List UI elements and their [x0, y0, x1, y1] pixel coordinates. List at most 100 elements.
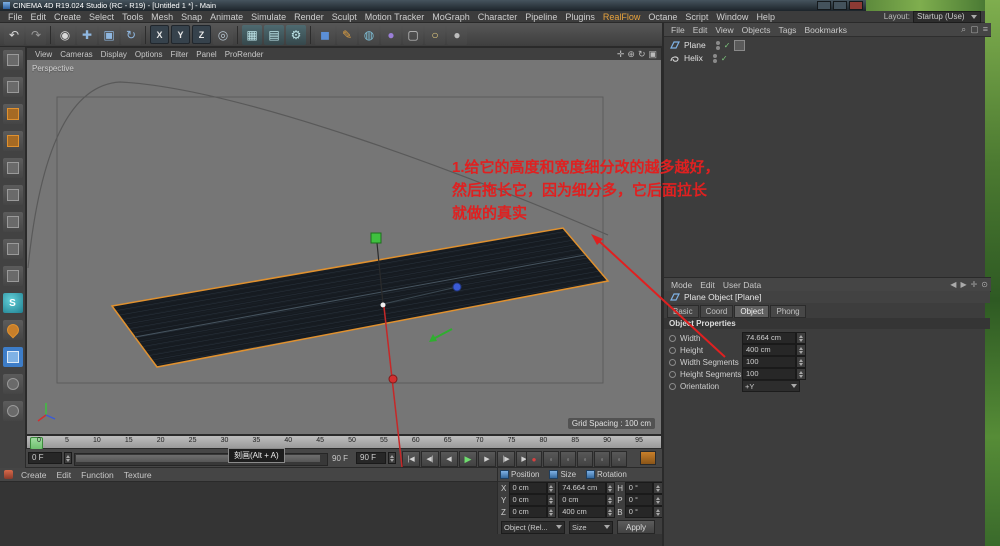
size-z-field[interactable]: 400 cm	[558, 506, 606, 518]
om-menu-bookmarks[interactable]: Bookmarks	[800, 25, 851, 35]
position-y-stepper[interactable]	[546, 494, 557, 506]
object-row-helix[interactable]: Helix ✓	[664, 52, 990, 64]
end-frame-field[interactable]: 90 F	[356, 452, 386, 464]
mat-menu-texture[interactable]: Texture	[120, 470, 156, 480]
next-key-button[interactable]: |▶	[497, 451, 515, 467]
vp-menu-view[interactable]: View	[31, 50, 56, 59]
enable-snap-icon[interactable]	[2, 347, 23, 367]
tool-option-icon[interactable]	[2, 374, 23, 394]
menu-sculpt[interactable]: Sculpt	[328, 12, 361, 22]
lock-x-button[interactable]: X	[150, 25, 169, 44]
enabled-check-icon[interactable]: ✓	[724, 41, 731, 50]
key-parameter-toggle[interactable]: ◦	[611, 451, 627, 467]
anim-dot-icon[interactable]	[669, 370, 676, 378]
model-mode-icon[interactable]	[2, 77, 23, 97]
add-material-icon[interactable]: ●	[447, 24, 467, 45]
menu-plugins[interactable]: Plugins	[561, 12, 599, 22]
zoom-view-icon[interactable]: ⊕	[627, 49, 635, 60]
workplane-mode-icon[interactable]	[2, 131, 23, 151]
timeline-scrollbar[interactable]	[74, 453, 328, 466]
tab-basic[interactable]: Basic	[667, 305, 699, 318]
points-mode-icon[interactable]	[2, 158, 23, 178]
menu-realflow[interactable]: RealFlow	[599, 12, 645, 22]
add-camera-icon[interactable]: ▢	[403, 24, 423, 45]
end-frame-stepper[interactable]	[388, 452, 396, 464]
tab-phong[interactable]: Phong	[770, 305, 806, 318]
viewport-perspective[interactable]: View Cameras Display Options Filter Pane…	[26, 47, 662, 435]
previous-key-button[interactable]: ◀|	[421, 451, 439, 467]
add-generator-icon[interactable]: ◍	[359, 24, 379, 45]
phong-tag-icon[interactable]	[734, 39, 746, 51]
size-x-stepper[interactable]	[605, 482, 616, 494]
anim-dot-icon[interactable]	[669, 346, 676, 354]
vp-menu-prorender[interactable]: ProRender	[221, 50, 268, 59]
tab-object[interactable]: Object	[734, 305, 770, 318]
menu-motion-tracker[interactable]: Motion Tracker	[361, 12, 429, 22]
close-button[interactable]	[849, 1, 863, 10]
width-stepper[interactable]	[796, 332, 806, 344]
goto-start-button[interactable]: |◀	[402, 451, 420, 467]
paint-tool-icon[interactable]	[2, 320, 23, 340]
rotate-tool-icon[interactable]: ↻	[121, 24, 141, 45]
position-x-field[interactable]: 0 cm	[508, 482, 547, 494]
size-x-field[interactable]: 74.664 cm	[558, 482, 606, 494]
menu-edit[interactable]: Edit	[27, 12, 51, 22]
search-icon[interactable]: ⌕	[961, 24, 966, 35]
menu-select[interactable]: Select	[85, 12, 118, 22]
size-y-stepper[interactable]	[605, 494, 616, 506]
menu-file[interactable]: File	[4, 12, 27, 22]
menu-snap[interactable]: Snap	[177, 12, 206, 22]
camera-icon[interactable]: ▢	[970, 24, 979, 35]
current-frame-stepper[interactable]	[64, 452, 72, 464]
vp-menu-cameras[interactable]: Cameras	[56, 50, 96, 59]
enabled-check-icon[interactable]: ✓	[721, 54, 728, 63]
history-forward-icon[interactable]: ▶	[960, 280, 966, 289]
render-picture-viewer-icon[interactable]: ▤	[264, 24, 284, 45]
key-position-toggle[interactable]: ◦	[560, 451, 576, 467]
height-field[interactable]: 400 cm	[742, 344, 796, 356]
size-z-stepper[interactable]	[605, 506, 616, 518]
key-scale-toggle[interactable]: ◦	[577, 451, 593, 467]
redo-icon[interactable]: ↷	[26, 24, 46, 45]
am-menu-edit[interactable]: Edit	[696, 280, 719, 290]
key-rotation-toggle[interactable]: ◦	[594, 451, 610, 467]
layout-dropdown[interactable]: Startup (Use)	[913, 10, 981, 23]
mat-menu-edit[interactable]: Edit	[53, 470, 76, 480]
width-segments-field[interactable]: 100	[742, 356, 796, 368]
menu-create[interactable]: Create	[50, 12, 85, 22]
menu-render[interactable]: Render	[290, 12, 328, 22]
menu-tools[interactable]: Tools	[118, 12, 147, 22]
add-light-icon[interactable]: ○	[425, 24, 445, 45]
maximize-button[interactable]	[833, 1, 847, 10]
add-spline-icon[interactable]: ✎	[337, 24, 357, 45]
coordinate-system-icon[interactable]: ◎	[213, 24, 233, 45]
orientation-dropdown[interactable]: +Y	[742, 380, 800, 392]
om-menu-file[interactable]: File	[667, 25, 689, 35]
position-z-field[interactable]: 0 cm	[508, 506, 547, 518]
menu-pipeline[interactable]: Pipeline	[521, 12, 561, 22]
keyframe-selection-icon[interactable]	[640, 451, 656, 465]
anim-dot-icon[interactable]	[669, 382, 676, 390]
timeline-ruler[interactable]: 05 10 15 20 25 30 35 40 45 50 55 60 65 70 75 80…	[26, 435, 662, 450]
menu-mograph[interactable]: MoGraph	[428, 12, 474, 22]
object-row-plane[interactable]: Plane ✓	[664, 39, 990, 51]
record-keyframe-button[interactable]: ●	[526, 451, 542, 467]
rotation-h-field[interactable]: 0 °	[624, 482, 654, 494]
previous-frame-button[interactable]: ◀	[440, 451, 458, 467]
mat-menu-function[interactable]: Function	[77, 470, 118, 480]
position-z-stepper[interactable]	[546, 506, 557, 518]
edges-mode-icon[interactable]	[2, 185, 23, 205]
lock-y-button[interactable]: Y	[171, 25, 190, 44]
scale-tool-icon[interactable]: ▣	[99, 24, 119, 45]
position-x-stepper[interactable]	[546, 482, 557, 494]
menu-octane[interactable]: Octane	[644, 12, 681, 22]
add-deformer-icon[interactable]: ●	[381, 24, 401, 45]
height-stepper[interactable]	[796, 344, 806, 356]
pin-icon[interactable]: ✛	[971, 280, 978, 289]
visibility-dots-icon[interactable]	[715, 40, 720, 50]
viewport-solo-icon[interactable]	[2, 266, 23, 286]
anim-dot-icon[interactable]	[669, 358, 676, 366]
rotate-view-icon[interactable]: ↻	[638, 49, 646, 60]
toggle-view-icon[interactable]: ▣	[648, 49, 657, 60]
menu-help[interactable]: Help	[752, 12, 779, 22]
